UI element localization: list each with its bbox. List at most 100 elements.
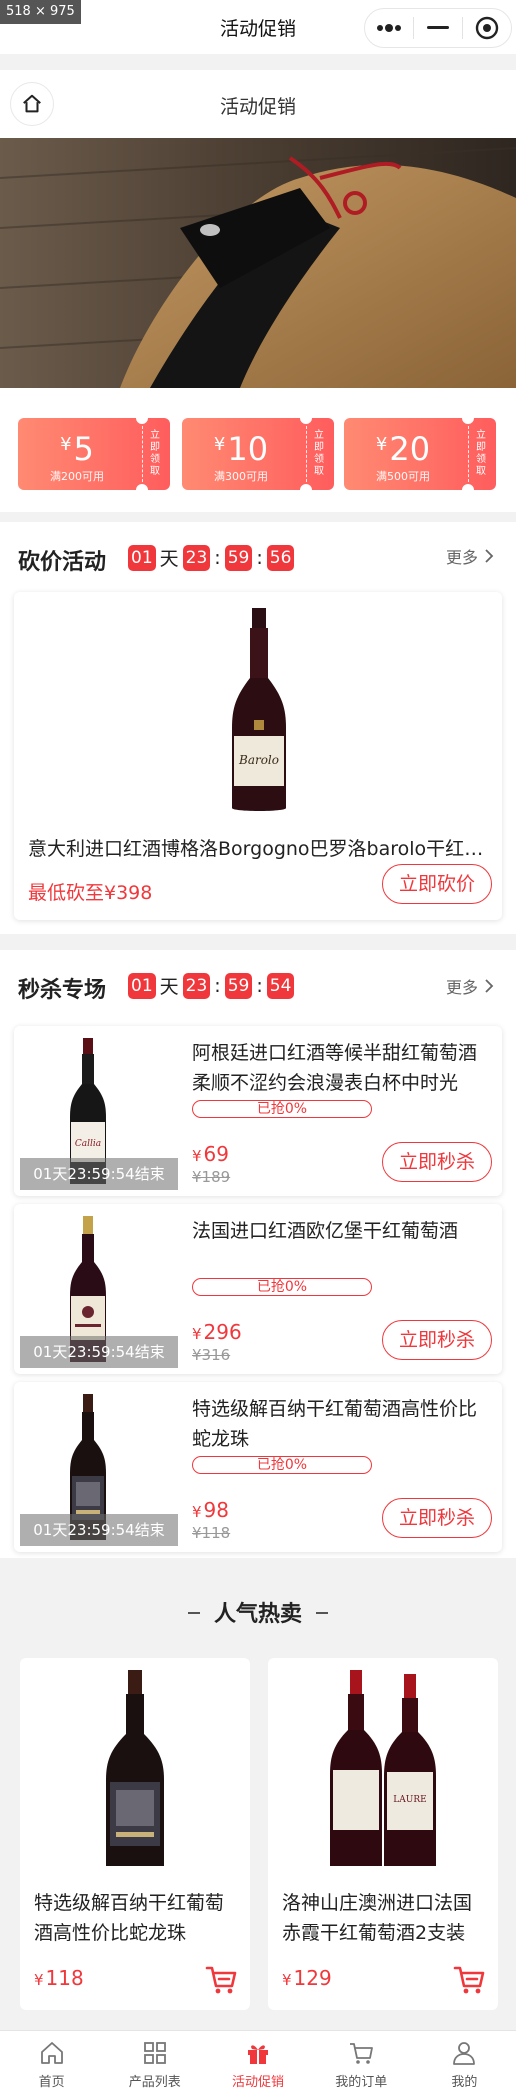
coupon-notch (136, 418, 148, 424)
coupon-condition: 满300可用 (214, 470, 268, 483)
page: 518 × 975 活动促销 活动促销 ¥5 满200可用 立即领取 ¥10 满… (0, 0, 516, 2098)
seckill-progress: 已抢0% (192, 1278, 372, 1296)
bargain-header: 砍价活动 01 天 23 : 59 : 56 更多 (0, 522, 516, 578)
minimize-icon[interactable] (414, 9, 462, 47)
tab-home[interactable]: 首页 (0, 2031, 103, 2098)
seckill-item-name: 阿根廷进口红酒等候半甜红葡萄酒柔顺不涩约会浪漫表白杯中时光 (192, 1042, 478, 1094)
popular-title-text: 人气热卖 (213, 1602, 302, 1627)
countdown-colon: : (214, 546, 221, 569)
seckill-price: ¥98 (192, 1498, 229, 1522)
coupon-amount: ¥5 (60, 430, 94, 468)
tab-product-list[interactable]: 产品列表 (103, 2031, 206, 2098)
coupon-claim-button[interactable]: 立即领取 (148, 430, 162, 478)
bargain-button[interactable]: 立即砍价 (382, 864, 492, 904)
tab-orders[interactable]: 我的订单 (310, 2031, 413, 2098)
popular-section: 人气热卖 特选级解百纳干红葡萄酒高性价比蛇龙珠 ¥118 LAURE 洛神山庄澳… (0, 1572, 516, 2028)
seckill-item-card[interactable]: Callia 01天23:59:54结束 阿根廷进口红酒等候半甜红葡萄酒柔顺不涩… (14, 1026, 502, 1196)
bargain-product-card[interactable]: Barolo 意大利进口红酒博格洛Borgogno巴罗洛barolo干红葡萄酒 … (14, 592, 502, 920)
coupon-notch (136, 484, 148, 490)
title-dash (316, 1612, 328, 1614)
wine-bottles-image: LAURE (330, 1670, 436, 1866)
countdown-day-unit: 天 (159, 548, 179, 570)
popular-product-card[interactable]: LAURE 洛神山庄澳洲进口法国赤霞干红葡萄酒2支装 ¥129 (268, 1658, 498, 2010)
user-icon (453, 2042, 476, 2065)
more-label: 更多 (445, 978, 478, 997)
coupon-card[interactable]: ¥10 满300可用 立即领取 (182, 418, 334, 490)
countdown-days: 01 (128, 972, 156, 999)
seckill-buy-button[interactable]: 立即秒杀 (382, 1142, 492, 1182)
coupon-notch (462, 418, 474, 424)
page-title: 活动促销 (219, 96, 296, 118)
wine-bottle-image: Barolo (232, 608, 286, 811)
popular-product-price: ¥118 (34, 1966, 84, 1990)
nav-bar: 活动促销 (0, 70, 516, 138)
countdown-seconds: 54 (266, 972, 295, 999)
popular-product-price: ¥129 (282, 1966, 332, 1990)
countdown-seconds: 56 (266, 544, 295, 571)
bargain-more-link[interactable]: 更多 (446, 544, 494, 568)
title-bar: 518 × 975 活动促销 (0, 0, 516, 54)
seckill-item-card[interactable]: 01天23:59:54结束 特选级解百纳干红葡萄酒高性价比蛇龙珠 已抢0% ¥9… (14, 1382, 502, 1552)
countdown-day-unit: 天 (159, 976, 179, 998)
menu-capsule (364, 8, 512, 48)
countdown-minutes: 59 (224, 544, 253, 571)
seckill-section: Callia 01天23:59:54结束 阿根廷进口红酒等候半甜红葡萄酒柔顺不涩… (0, 1020, 516, 1558)
seckill-more-link[interactable]: 更多 (446, 974, 494, 998)
chevron-right-icon (485, 979, 494, 993)
seckill-end-time: 01天23:59:54结束 (20, 1158, 178, 1190)
tab-label: 产品列表 (128, 2075, 181, 2090)
coupon-amount: ¥10 (213, 430, 269, 468)
countdown-hours: 23 (182, 972, 211, 999)
target-icon[interactable] (463, 9, 511, 47)
coupon-condition: 满500可用 (376, 470, 430, 483)
coupon-card[interactable]: ¥20 满500可用 立即领取 (344, 418, 496, 490)
seckill-countdown: 01 天 23 : 59 : 54 (128, 972, 295, 999)
banner-image[interactable] (0, 138, 516, 388)
title-dash (187, 1612, 200, 1614)
popular-title: 人气热卖 (0, 1596, 516, 1628)
tab-me[interactable]: 我的 (413, 2031, 516, 2098)
lowest-price-label: 最低砍至¥398 (28, 882, 153, 904)
countdown-colon: : (256, 974, 263, 997)
tab-label: 我的 (451, 2075, 478, 2090)
countdown-days: 01 (128, 544, 156, 571)
popular-product-name: 洛神山庄澳洲进口法国赤霞干红葡萄酒2支装 (282, 1892, 473, 1944)
seckill-end-time: 01天23:59:54结束 (20, 1514, 178, 1546)
coupon-divider (142, 426, 143, 482)
popular-product-name: 特选级解百纳干红葡萄酒高性价比蛇龙珠 (34, 1892, 225, 1944)
coupon-condition: 满200可用 (50, 470, 104, 483)
add-to-cart-icon[interactable] (452, 1962, 486, 1996)
seckill-progress: 已抢0% (192, 1456, 372, 1474)
chevron-right-icon (485, 549, 494, 563)
popular-product-card[interactable]: 特选级解百纳干红葡萄酒高性价比蛇龙珠 ¥118 (20, 1658, 250, 2010)
tab-promotions[interactable]: 活动促销 (206, 2031, 309, 2098)
coupon-notch (462, 484, 474, 490)
coupon-divider (468, 426, 469, 482)
countdown-colon: : (256, 546, 263, 569)
seckill-end-time: 01天23:59:54结束 (20, 1336, 178, 1368)
home-icon (40, 2042, 63, 2064)
add-to-cart-icon[interactable] (204, 1962, 238, 1996)
coupon-card[interactable]: ¥5 满200可用 立即领取 (18, 418, 170, 490)
bargain-section: Barolo 意大利进口红酒博格洛Borgogno巴罗洛barolo干红葡萄酒 … (0, 578, 516, 934)
coupon-amount: ¥20 (375, 430, 431, 468)
tab-label: 我的订单 (335, 2075, 388, 2090)
svg-text:LAURE: LAURE (393, 1795, 426, 1805)
bargain-title: 砍价活动 (18, 550, 107, 575)
seckill-header: 秒杀专场 01 天 23 : 59 : 54 更多 (0, 950, 516, 1020)
coupon-claim-button[interactable]: 立即领取 (474, 430, 488, 478)
more-dots-icon[interactable] (365, 9, 413, 47)
svg-text:Callia: Callia (75, 1139, 101, 1149)
seckill-title: 秒杀专场 (18, 978, 107, 1003)
seckill-buy-button[interactable]: 立即秒杀 (382, 1498, 492, 1538)
seckill-price: ¥69 (192, 1142, 229, 1166)
more-label: 更多 (445, 548, 478, 567)
seckill-buy-button[interactable]: 立即秒杀 (382, 1320, 492, 1360)
seckill-item-card[interactable]: 01天23:59:54结束 法国进口红酒欧亿堡干红葡萄酒 已抢0% ¥296 ¥… (14, 1204, 502, 1374)
coupon-notch (300, 418, 312, 424)
countdown-minutes: 59 (224, 972, 253, 999)
coupon-claim-button[interactable]: 立即领取 (312, 430, 326, 478)
coupon-section: ¥5 满200可用 立即领取 ¥10 满300可用 立即领取 ¥20 满500可… (0, 388, 516, 512)
original-price: ¥118 (192, 1524, 231, 1542)
seckill-price: ¥296 (192, 1320, 242, 1344)
